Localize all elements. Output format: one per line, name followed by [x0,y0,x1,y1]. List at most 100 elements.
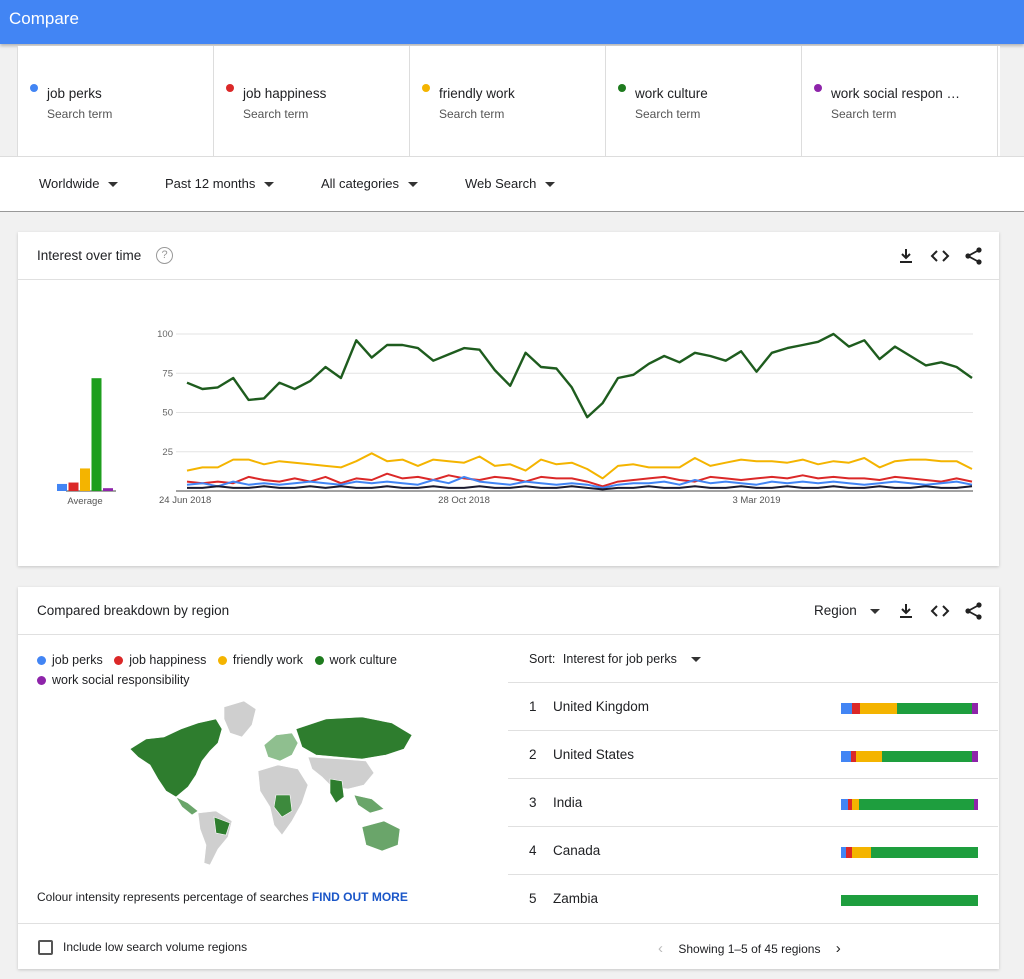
term-color-dot [226,84,234,92]
legend-dot [37,676,46,685]
region-name: India [553,795,583,810]
map-region-australia[interactable] [361,820,401,852]
caret-down-icon [108,182,119,188]
share-segment [852,703,860,714]
map-region-central-america[interactable] [175,796,199,816]
find-out-more-link[interactable]: FIND OUT MORE [312,890,408,904]
sort-control[interactable]: Sort: Interest for job perks [529,652,701,666]
map-region-greenland[interactable] [223,700,257,738]
term-type: Search term [635,107,701,121]
legend-label: job perks [52,653,103,667]
map-region-india[interactable] [329,778,345,804]
x-tick-label: 28 Oct 2018 [438,495,490,506]
share-segment [851,799,859,810]
search-terms-bar: job perks Search term job happiness Sear… [17,46,1000,156]
embed-code-icon[interactable] [930,246,950,266]
share-segment [973,799,978,810]
map-region-southeast-asia[interactable] [353,794,385,814]
term-name: job perks [47,86,102,101]
term-card-friendly-work[interactable]: friendly work Search term [410,46,606,156]
term-name: work culture [635,86,708,101]
share-icon[interactable] [964,601,984,621]
share-segment [972,751,978,762]
caret-down-icon [408,182,419,188]
y-tick-label: 100 [157,329,173,340]
average-bar [68,482,79,491]
category-filter-label: All categories [321,176,400,191]
term-type: Search term [47,107,113,121]
term-card-work-culture[interactable]: work culture Search term [606,46,802,156]
region-row[interactable]: 5 Zambia [508,874,998,922]
region-row[interactable]: 4 Canada [508,826,998,874]
category-filter-dropdown[interactable]: All categories [321,176,419,191]
stacked-share-bar [841,799,978,810]
region-dropdown[interactable]: Region [814,603,880,618]
region-row[interactable]: 1 United Kingdom [508,682,998,730]
search-type-dropdown[interactable]: Web Search [465,176,556,191]
caret-down-icon [869,608,880,614]
card-title: Compared breakdown by region [37,603,230,618]
legend-label: work culture [329,653,397,667]
share-segment [896,703,973,714]
map-region-europe[interactable] [263,732,299,762]
term-name: job happiness [243,86,327,101]
legend-item-job-perks: job perks [37,653,103,667]
region-name: United Kingdom [553,699,650,714]
region-row[interactable]: 2 United States [508,730,998,778]
legend-label: work social responsibility [52,673,190,687]
region-name: Zambia [553,891,599,906]
legend-dot [114,656,124,665]
stacked-share-bar [841,751,978,762]
download-icon[interactable] [896,601,916,621]
y-tick-label: 75 [162,368,173,379]
world-map[interactable] [126,699,416,871]
time-filter-dropdown[interactable]: Past 12 months [165,176,275,191]
average-bar [80,468,90,491]
embed-code-icon[interactable] [930,601,950,621]
search-type-label: Web Search [465,176,537,191]
share-segment [859,703,897,714]
term-card-job-perks[interactable]: job perks Search term [18,46,214,156]
chevron-right-icon[interactable]: › [836,940,841,957]
sort-label: Sort: [529,652,556,666]
map-region-russia[interactable] [295,716,413,760]
legend-dot [217,656,227,665]
term-card-job-happiness[interactable]: job happiness Search term [214,46,410,156]
series-line [187,485,973,491]
legend-dot [37,656,46,665]
term-color-dot [30,84,38,92]
share-segment [972,703,978,714]
card-footer: Include low search volume regions ‹ Show… [18,923,999,969]
stacked-share-bar [841,847,978,858]
help-icon[interactable]: ? [156,247,173,264]
rank-number: 2 [529,747,537,762]
card-title: Interest over time [37,248,142,263]
x-tick-label: 24 Jun 2018 [159,495,211,506]
stacked-share-bar [841,895,978,906]
download-icon[interactable] [896,246,916,266]
include-low-volume-checkbox[interactable] [38,940,53,955]
y-tick-label: 25 [162,447,173,458]
pagination: ‹ Showing 1–5 of 45 regions › [658,940,841,957]
share-segment [882,751,973,762]
share-icon[interactable] [964,246,984,266]
term-color-dot [422,84,430,92]
region-dropdown-label: Region [814,603,857,618]
legend-dot [314,656,324,665]
term-type: Search term [439,107,505,121]
share-segment [841,751,851,762]
time-filter-label: Past 12 months [165,176,256,191]
caret-down-icon [264,182,275,188]
chevron-left-icon[interactable]: ‹ [658,940,663,957]
share-segment [851,847,872,858]
y-tick-label: 50 [162,408,173,419]
region-row[interactable]: 3 India [508,778,998,826]
sort-value: Interest for job perks [562,652,677,666]
stacked-share-bar [841,703,978,714]
term-card-work-social-responsibility[interactable]: work social respon … Search term [802,46,998,156]
include-low-volume-label: Include low search volume regions [63,940,248,954]
map-region-north-america[interactable] [129,718,223,798]
average-bar [91,378,102,491]
region-filter-dropdown[interactable]: Worldwide [39,176,119,191]
filter-bar: Worldwide Past 12 months All categories … [0,156,1024,212]
